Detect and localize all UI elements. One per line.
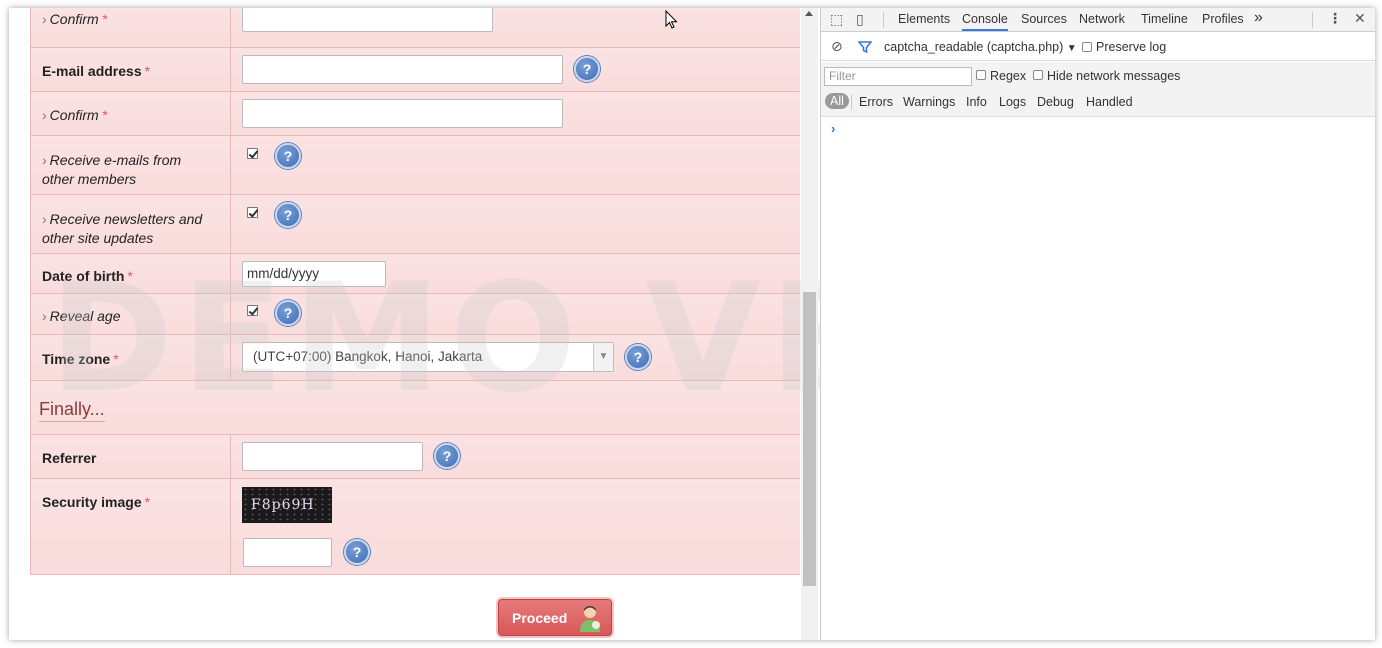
more-tabs-icon[interactable]: » <box>1254 9 1263 27</box>
level-info[interactable]: Info <box>966 95 987 109</box>
referrer-input[interactable] <box>242 442 423 471</box>
dob-label: Date of birth * <box>42 268 133 284</box>
confirm-email-label: › Confirm * <box>42 107 108 123</box>
timezone-label: Time zone * <box>42 351 119 367</box>
level-all[interactable]: All <box>825 93 849 109</box>
confirm-email-input[interactable] <box>242 99 563 128</box>
page-viewport: › Confirm * E-mail address * ? › Confirm * <box>9 8 820 640</box>
receive-newsletters-label: › Receive newsletters and other site updat… <box>42 211 203 246</box>
hide-network-checkbox[interactable] <box>1033 70 1043 80</box>
tab-console[interactable]: Console <box>962 12 1008 31</box>
chevron-down-icon: ▼ <box>1066 43 1077 54</box>
inspect-element-icon[interactable]: ⬚ <box>830 11 843 28</box>
help-icon[interactable]: ? <box>344 539 370 565</box>
scrollbar-thumb[interactable] <box>803 292 816 586</box>
level-logs[interactable]: Logs <box>999 95 1026 109</box>
devtools-panel: ⬚ ▯ Elements Console Sources Network Tim… <box>820 8 1375 640</box>
help-icon[interactable]: ? <box>275 143 301 169</box>
hide-network-label: Hide network messages <box>1047 69 1181 83</box>
help-icon[interactable]: ? <box>574 56 600 82</box>
confirm-label: › Confirm * <box>42 11 108 27</box>
reveal-age-label-cell: › Reveal age <box>31 294 231 334</box>
preserve-log-label: Preserve log <box>1096 40 1167 54</box>
console-prompt[interactable]: › <box>831 121 835 136</box>
referrer-row: Referrer ? <box>30 435 800 479</box>
tab-elements[interactable]: Elements <box>898 12 950 26</box>
close-icon[interactable]: ✕ <box>1354 10 1366 27</box>
email-label: E-mail address * <box>42 63 151 79</box>
scroll-up-icon[interactable] <box>805 11 813 16</box>
divider <box>883 12 884 28</box>
console-toolbar: ⊘ captcha_readable (captcha.php) ▼ Prese… <box>821 33 1375 61</box>
reveal-age-row: › Reveal age ? <box>30 294 800 335</box>
email-input[interactable] <box>242 55 563 84</box>
referrer-label-cell: Referrer <box>31 435 231 478</box>
help-icon[interactable]: ? <box>434 443 460 469</box>
tab-sources[interactable]: Sources <box>1021 12 1067 26</box>
kebab-menu-icon[interactable]: ⋮ <box>1328 10 1342 27</box>
dob-input[interactable]: mm/dd/yyyy <box>242 261 386 287</box>
registration-form: › Confirm * E-mail address * ? › Confirm * <box>30 8 800 575</box>
divider <box>1312 12 1313 28</box>
confirm-row-1: › Confirm * <box>30 8 800 48</box>
console-filter-bar: Filter Regex Hide network messages All E… <box>821 62 1375 117</box>
receive-emails-label: › Receive e-mails from other members <box>42 152 182 187</box>
receive-emails-row: › Receive e-mails from other members ? <box>30 136 800 195</box>
help-icon[interactable]: ? <box>625 344 651 370</box>
help-icon[interactable]: ? <box>275 300 301 326</box>
filter-icon[interactable] <box>858 40 872 54</box>
section-finally: Finally... <box>30 381 800 435</box>
browser-frame: › Confirm * E-mail address * ? › Confirm * <box>9 8 1375 640</box>
reveal-age-label: › Reveal age <box>42 308 121 324</box>
level-warnings[interactable]: Warnings <box>903 95 955 109</box>
receive-emails-label-cell: › Receive e-mails from other members <box>31 136 231 194</box>
execution-context-select[interactable]: captcha_readable (captcha.php) ▼ <box>884 40 1077 54</box>
page-scrollbar[interactable] <box>801 8 818 640</box>
receive-newsletters-checkbox[interactable] <box>247 207 258 218</box>
email-row: E-mail address * ? <box>30 48 800 92</box>
confirm-email-label-cell: › Confirm * <box>31 92 231 135</box>
tab-network[interactable]: Network <box>1079 12 1125 26</box>
device-mode-icon[interactable]: ▯ <box>856 11 864 28</box>
reveal-age-checkbox[interactable] <box>247 305 258 316</box>
captcha-image: F8p69H <box>242 487 332 523</box>
regex-checkbox[interactable] <box>976 70 986 80</box>
receive-newsletters-label-cell: › Receive newsletters and other site updat… <box>31 195 231 253</box>
email-label-cell: E-mail address * <box>31 48 231 91</box>
clear-console-icon[interactable]: ⊘ <box>831 38 843 55</box>
tab-timeline[interactable]: Timeline <box>1141 12 1188 26</box>
dob-label-cell: Date of birth * <box>31 254 231 293</box>
devtools-tabbar: ⬚ ▯ Elements Console Sources Network Tim… <box>821 8 1375 32</box>
tab-profiles[interactable]: Profiles <box>1202 12 1244 26</box>
user-add-icon <box>580 606 600 632</box>
captcha-input[interactable] <box>243 538 332 567</box>
console-filter-input[interactable]: Filter <box>824 67 972 86</box>
level-handled[interactable]: Handled <box>1086 95 1133 109</box>
proceed-button[interactable]: Proceed <box>498 599 612 636</box>
preserve-log-checkbox[interactable] <box>1082 42 1092 52</box>
level-debug[interactable]: Debug <box>1037 95 1074 109</box>
receive-newsletters-row: › Receive newsletters and other site updat… <box>30 195 800 254</box>
security-label: Security image * <box>42 494 151 510</box>
section-title: Finally... <box>39 399 105 422</box>
chevron-down-icon: ▼ <box>593 343 613 371</box>
regex-label: Regex <box>990 69 1027 83</box>
divider <box>851 94 852 110</box>
timezone-row: Time zone * (UTC+07:00) Bangkok, Hanoi, J… <box>30 335 800 381</box>
dob-row: Date of birth * mm/dd/yyyy <box>30 254 800 294</box>
confirm-input-1[interactable] <box>242 8 493 32</box>
confirm-label-cell: › Confirm * <box>31 8 231 47</box>
timezone-label-cell: Time zone * <box>31 335 231 380</box>
help-icon[interactable]: ? <box>275 202 301 228</box>
confirm-row-2: › Confirm * <box>30 92 800 136</box>
security-image-row: Security image * F8p69H ? <box>30 479 800 575</box>
mouse-cursor-icon <box>665 10 678 29</box>
timezone-select[interactable]: (UTC+07:00) Bangkok, Hanoi, Jakarta ▼ <box>242 342 614 372</box>
level-errors[interactable]: Errors <box>859 95 893 109</box>
receive-emails-checkbox[interactable] <box>247 148 258 159</box>
referrer-label: Referrer <box>42 450 97 466</box>
security-label-cell: Security image * <box>31 479 231 574</box>
